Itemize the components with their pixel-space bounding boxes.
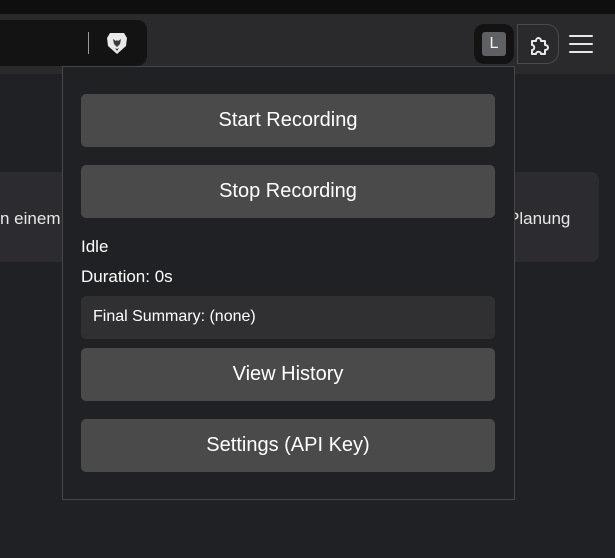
extension-l-badge: L: [482, 32, 506, 56]
recording-duration: Duration: 0s: [81, 267, 173, 286]
stop-recording-button[interactable]: Stop Recording: [81, 165, 495, 218]
background-card-left[interactable]: n einem ...: [0, 172, 79, 262]
browser-toolbar: L: [0, 14, 615, 74]
recording-status: Idle: [81, 237, 109, 256]
browser-window: L n einem ... Planung Start Recording St…: [0, 0, 615, 558]
settings-api-key-button[interactable]: Settings (API Key): [81, 419, 495, 472]
view-history-button[interactable]: View History: [81, 348, 495, 401]
address-bar[interactable]: [0, 20, 147, 66]
hamburger-menu-icon: [569, 35, 593, 53]
title-bar: [0, 0, 615, 14]
final-summary-box: Final Summary: (none): [81, 296, 495, 339]
start-recording-button[interactable]: Start Recording: [81, 94, 495, 147]
extension-l-button[interactable]: L: [474, 24, 514, 64]
background-card-right[interactable]: Planung: [508, 172, 599, 262]
final-summary-text: Final Summary: (none): [93, 308, 256, 325]
main-menu-button[interactable]: [568, 32, 594, 56]
puzzle-piece-icon: [531, 37, 549, 55]
address-bar-divider: [88, 32, 89, 54]
extension-popup: Start Recording Stop Recording Idle Dura…: [62, 66, 515, 500]
extensions-button[interactable]: [517, 24, 559, 64]
brave-lion-icon[interactable]: [104, 30, 130, 56]
background-card-right-text: Planung: [508, 209, 571, 228]
